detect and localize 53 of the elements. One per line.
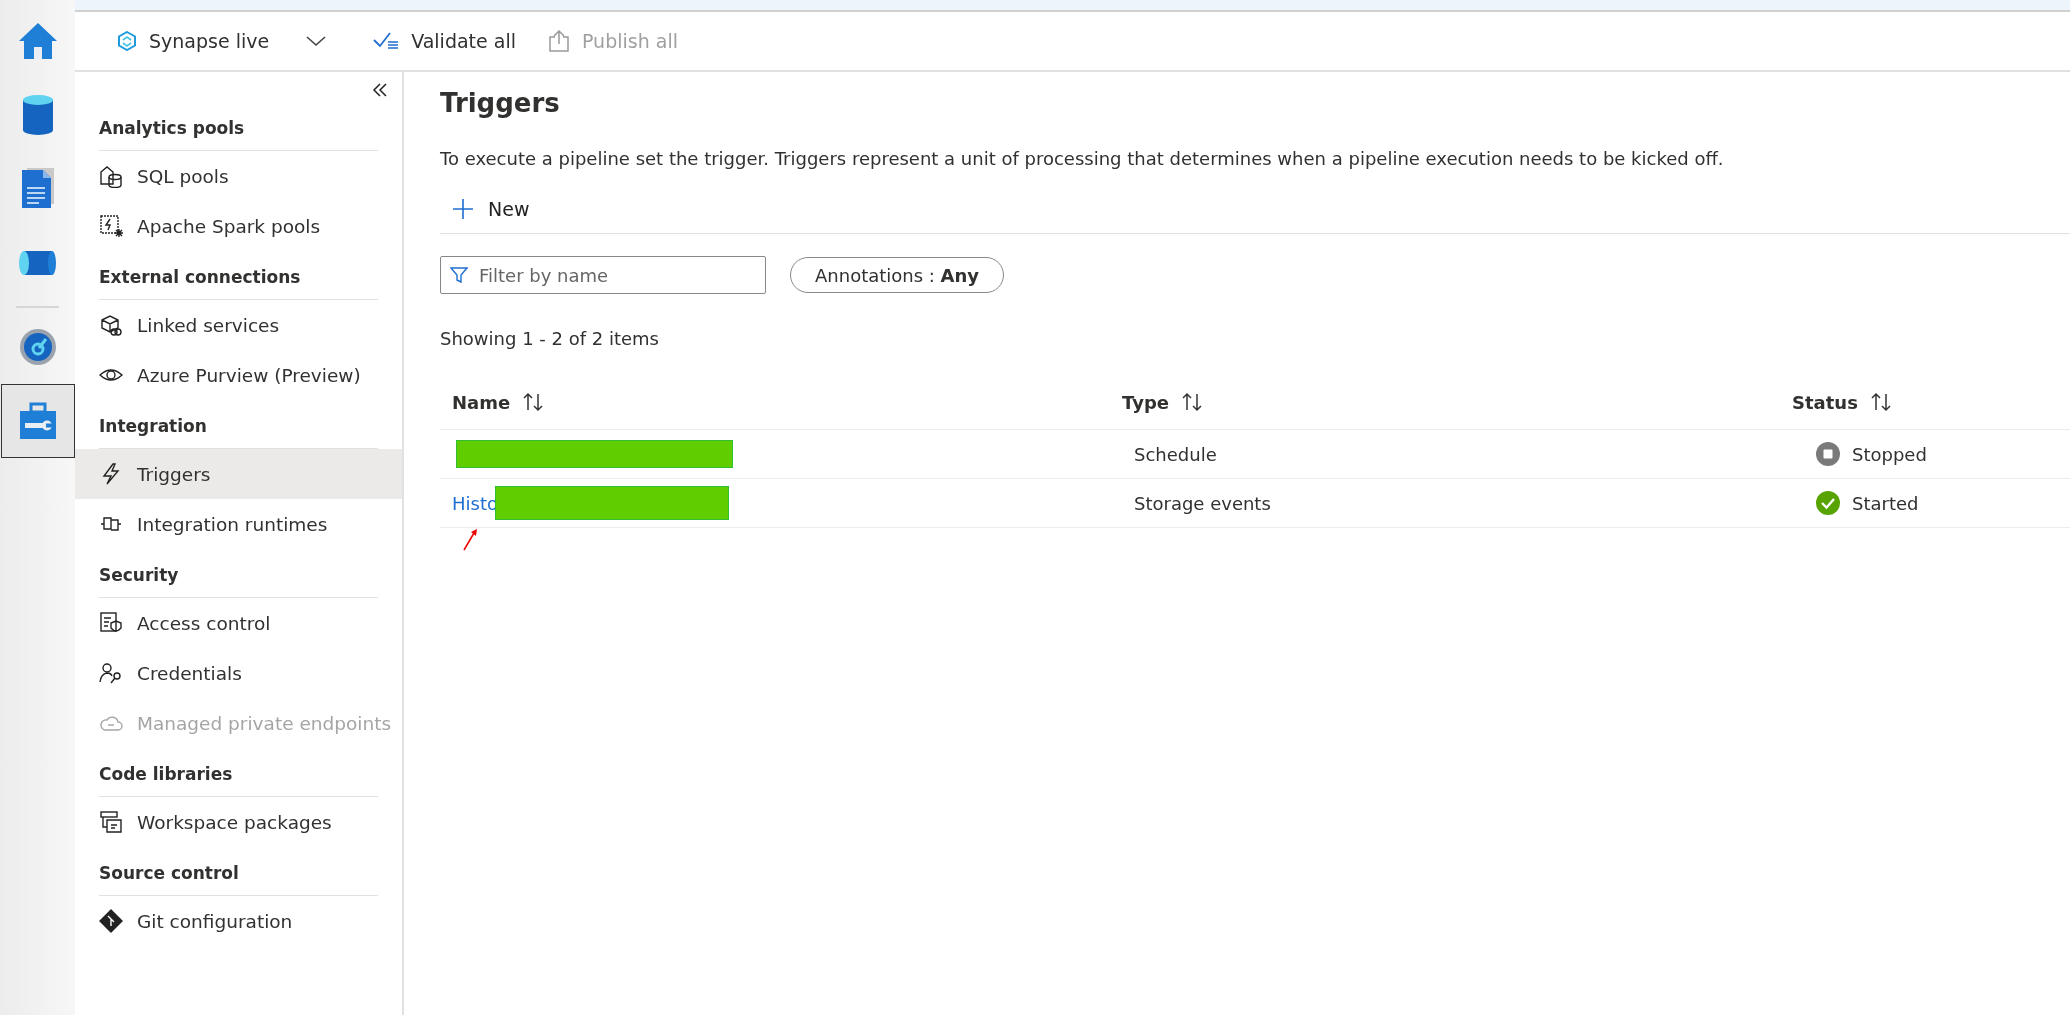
nav-item[interactable]: Integration runtimes bbox=[75, 499, 402, 549]
manage-hub-button[interactable] bbox=[0, 384, 75, 458]
database-icon bbox=[21, 94, 54, 136]
cube-link-icon bbox=[99, 313, 123, 337]
column-header[interactable]: Type bbox=[1122, 391, 1169, 413]
nav-item[interactable]: SQL pools bbox=[75, 151, 402, 201]
column-header[interactable]: Status bbox=[1792, 391, 1858, 413]
hexagon-icon bbox=[117, 31, 137, 51]
collapse-icon[interactable] bbox=[372, 83, 388, 97]
chip-icon bbox=[99, 214, 123, 238]
person-key-icon bbox=[99, 661, 123, 685]
table-cell: Storage events bbox=[1134, 492, 1271, 514]
nav-item[interactable]: Git configuration bbox=[75, 896, 402, 946]
chevron-down-icon bbox=[305, 34, 328, 48]
new-button[interactable]: New bbox=[440, 198, 542, 220]
filter-field[interactable]: Filter by name bbox=[440, 256, 766, 294]
sort-icon[interactable] bbox=[522, 392, 545, 412]
sort-icon[interactable] bbox=[1180, 392, 1203, 412]
package-icon bbox=[99, 810, 123, 834]
document-icon bbox=[20, 168, 55, 210]
page-title: Triggers bbox=[440, 88, 561, 118]
validate-all-button[interactable]: Validate all bbox=[367, 26, 522, 56]
plus-icon bbox=[452, 198, 474, 220]
sort-icon[interactable] bbox=[1869, 392, 1892, 412]
nav-section-heading: Security bbox=[99, 565, 378, 598]
gauge-icon bbox=[18, 328, 57, 366]
nav-section-heading: Analytics pools bbox=[99, 118, 378, 151]
column-header[interactable]: Name bbox=[452, 391, 511, 413]
nav-item[interactable]: Workspace packages bbox=[75, 797, 402, 847]
nav-item[interactable]: Apache Spark pools bbox=[75, 201, 402, 251]
page-description: To execute a pipeline set the trigger. Triggers represent a unit of processing that determines when a pipeline execution needs to be kicked off. bbox=[440, 148, 1725, 169]
status-text: Started bbox=[1852, 492, 1919, 514]
checklist-icon bbox=[373, 31, 400, 51]
nav-section-heading: External connections bbox=[99, 267, 378, 300]
nav-item[interactable]: Access control bbox=[75, 598, 402, 648]
diamond-icon bbox=[99, 909, 123, 933]
item-count: Showing 1 - 2 of 2 items bbox=[440, 328, 660, 349]
annotations-filter-button[interactable]: Annotations : Any bbox=[790, 257, 1005, 293]
workspace-dropdown[interactable]: Synapse live bbox=[111, 26, 348, 56]
nav-item[interactable]: Triggers bbox=[75, 449, 402, 499]
pipe-icon bbox=[17, 249, 58, 277]
table-cell: Schedule bbox=[1134, 443, 1217, 465]
upload-icon bbox=[548, 30, 570, 52]
database-icon bbox=[99, 164, 123, 188]
nav-section-heading: Source control bbox=[99, 863, 378, 896]
nav-item[interactable]: Azure Purview (Preview) bbox=[75, 350, 402, 400]
shield-list-icon bbox=[99, 611, 123, 635]
nav-section-heading: Code libraries bbox=[99, 764, 378, 797]
status-text: Stopped bbox=[1852, 443, 1927, 465]
arrow-icon bbox=[462, 529, 478, 551]
toolbox-icon bbox=[18, 402, 57, 440]
nav-item[interactable]: Linked services bbox=[75, 300, 402, 350]
nav-item[interactable]: Credentials bbox=[75, 648, 402, 698]
